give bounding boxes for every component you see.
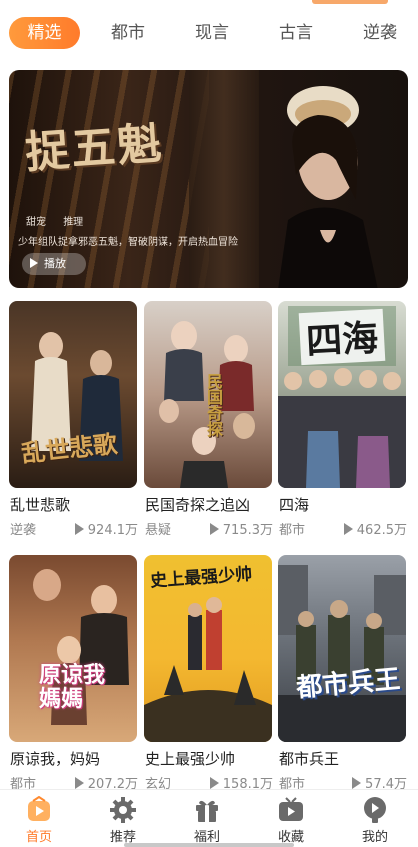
bottom-navigation: 首页 推荐 福利 收藏 我的 <box>0 789 418 847</box>
profile-icon <box>364 797 386 823</box>
play-count-icon <box>343 523 353 535</box>
nav-favorites[interactable]: 收藏 <box>256 796 326 845</box>
drama-title: 都市兵王 <box>279 750 340 768</box>
drama-card[interactable]: 乱世悲歌 乱世悲歌 逆袭 924.1万 <box>9 301 138 541</box>
drama-meta: 悬疑 715.3万 <box>145 519 273 538</box>
drama-poster: 乱世悲歌 <box>9 301 137 488</box>
home-indicator <box>124 843 294 847</box>
nav-label: 首页 <box>25 830 52 845</box>
poster-figures <box>278 565 406 742</box>
nav-label: 我的 <box>361 830 388 845</box>
play-icon <box>30 258 38 268</box>
drama-views: 924.1万 <box>74 519 138 538</box>
drama-title: 四海 <box>279 496 310 514</box>
drama-title: 原谅我，妈妈 <box>10 750 101 768</box>
tab-comeback[interactable]: 逆袭 <box>350 17 410 49</box>
tab-modern-romance[interactable]: 现言 <box>182 17 242 49</box>
poster-title-art: 原谅我媽媽 <box>39 662 106 712</box>
drama-card[interactable]: 民国奇探 民国奇探之追凶 悬疑 715.3万 <box>144 301 273 541</box>
banner-tag: 推理 <box>63 217 84 228</box>
drama-title: 乱世悲歌 <box>10 496 71 514</box>
drama-poster: 民国奇探 <box>144 301 272 488</box>
drama-title: 民国奇探之追凶 <box>145 496 251 514</box>
drama-poster: 原谅我媽媽 <box>9 555 137 742</box>
home-icon <box>28 796 50 821</box>
drama-card[interactable]: 都市兵王 都市兵王 都市 57.4万 <box>278 555 407 792</box>
drama-title: 史上最强少帅 <box>145 750 236 768</box>
poster-title-art: 四海 <box>298 308 386 366</box>
gift-icon <box>196 800 218 822</box>
app-screen: 精选 都市 现言 古言 逆袭 捉五魁 甜宠 推理 少年组队捉拿邪恶五魁，智破阴谋… <box>0 0 418 847</box>
play-count-icon <box>352 777 362 789</box>
banner-actress-image <box>278 86 378 288</box>
drama-genre: 都市 <box>279 523 306 538</box>
drama-card[interactable]: 四海 四海 都市 462.5万 <box>278 301 407 541</box>
banner-play-button[interactable]: 播放 <box>22 253 86 275</box>
tab-featured[interactable]: 精选 <box>9 17 80 49</box>
drama-poster: 史上最强少帅 <box>144 555 272 742</box>
drama-views: 462.5万 <box>343 519 407 538</box>
tab-ancient-romance[interactable]: 古言 <box>266 17 326 49</box>
play-label: 播放 <box>44 257 66 270</box>
banner-tag: 甜宠 <box>26 217 46 228</box>
drama-genre: 悬疑 <box>145 523 172 538</box>
drama-poster: 四海 <box>278 301 406 488</box>
poster-title-art: 民国奇探 <box>204 373 223 437</box>
nav-profile[interactable]: 我的 <box>340 796 410 845</box>
play-count-icon <box>74 777 84 789</box>
drama-meta: 逆袭 924.1万 <box>10 519 138 538</box>
drama-genre: 逆袭 <box>10 523 37 538</box>
drama-card[interactable]: 原谅我媽媽 原谅我，妈妈 都市 207.2万 <box>9 555 138 792</box>
play-count-icon <box>209 523 219 535</box>
nav-home[interactable]: 首页 <box>4 796 74 845</box>
featured-banner[interactable]: 捉五魁 甜宠 推理 少年组队捉拿邪恶五魁，智破阴谋，开启热血冒险 播放 <box>9 70 408 288</box>
banner-description: 少年组队捉拿邪恶五魁，智破阴谋，开启热血冒险 <box>18 237 238 248</box>
banner-title-art: 捉五魁 <box>23 118 165 179</box>
poster-figures <box>33 569 129 725</box>
drama-meta: 都市 462.5万 <box>279 519 407 538</box>
nav-welfare[interactable]: 福利 <box>172 796 242 845</box>
gear-icon <box>110 797 136 823</box>
category-tabs: 精选 都市 现言 古言 逆袭 <box>0 0 418 62</box>
play-count-icon <box>74 523 84 535</box>
nav-recommend[interactable]: 推荐 <box>88 796 158 845</box>
play-count-icon <box>209 777 219 789</box>
tab-urban[interactable]: 都市 <box>98 17 158 49</box>
drama-poster: 都市兵王 <box>278 555 406 742</box>
drama-views: 715.3万 <box>209 519 273 538</box>
top-indicator <box>312 0 388 4</box>
drama-card[interactable]: 史上最强少帅 史上最强少帅 玄幻 158.1万 <box>144 555 273 792</box>
banner-tags: 甜宠 推理 <box>26 213 97 228</box>
tv-icon <box>279 797 303 821</box>
